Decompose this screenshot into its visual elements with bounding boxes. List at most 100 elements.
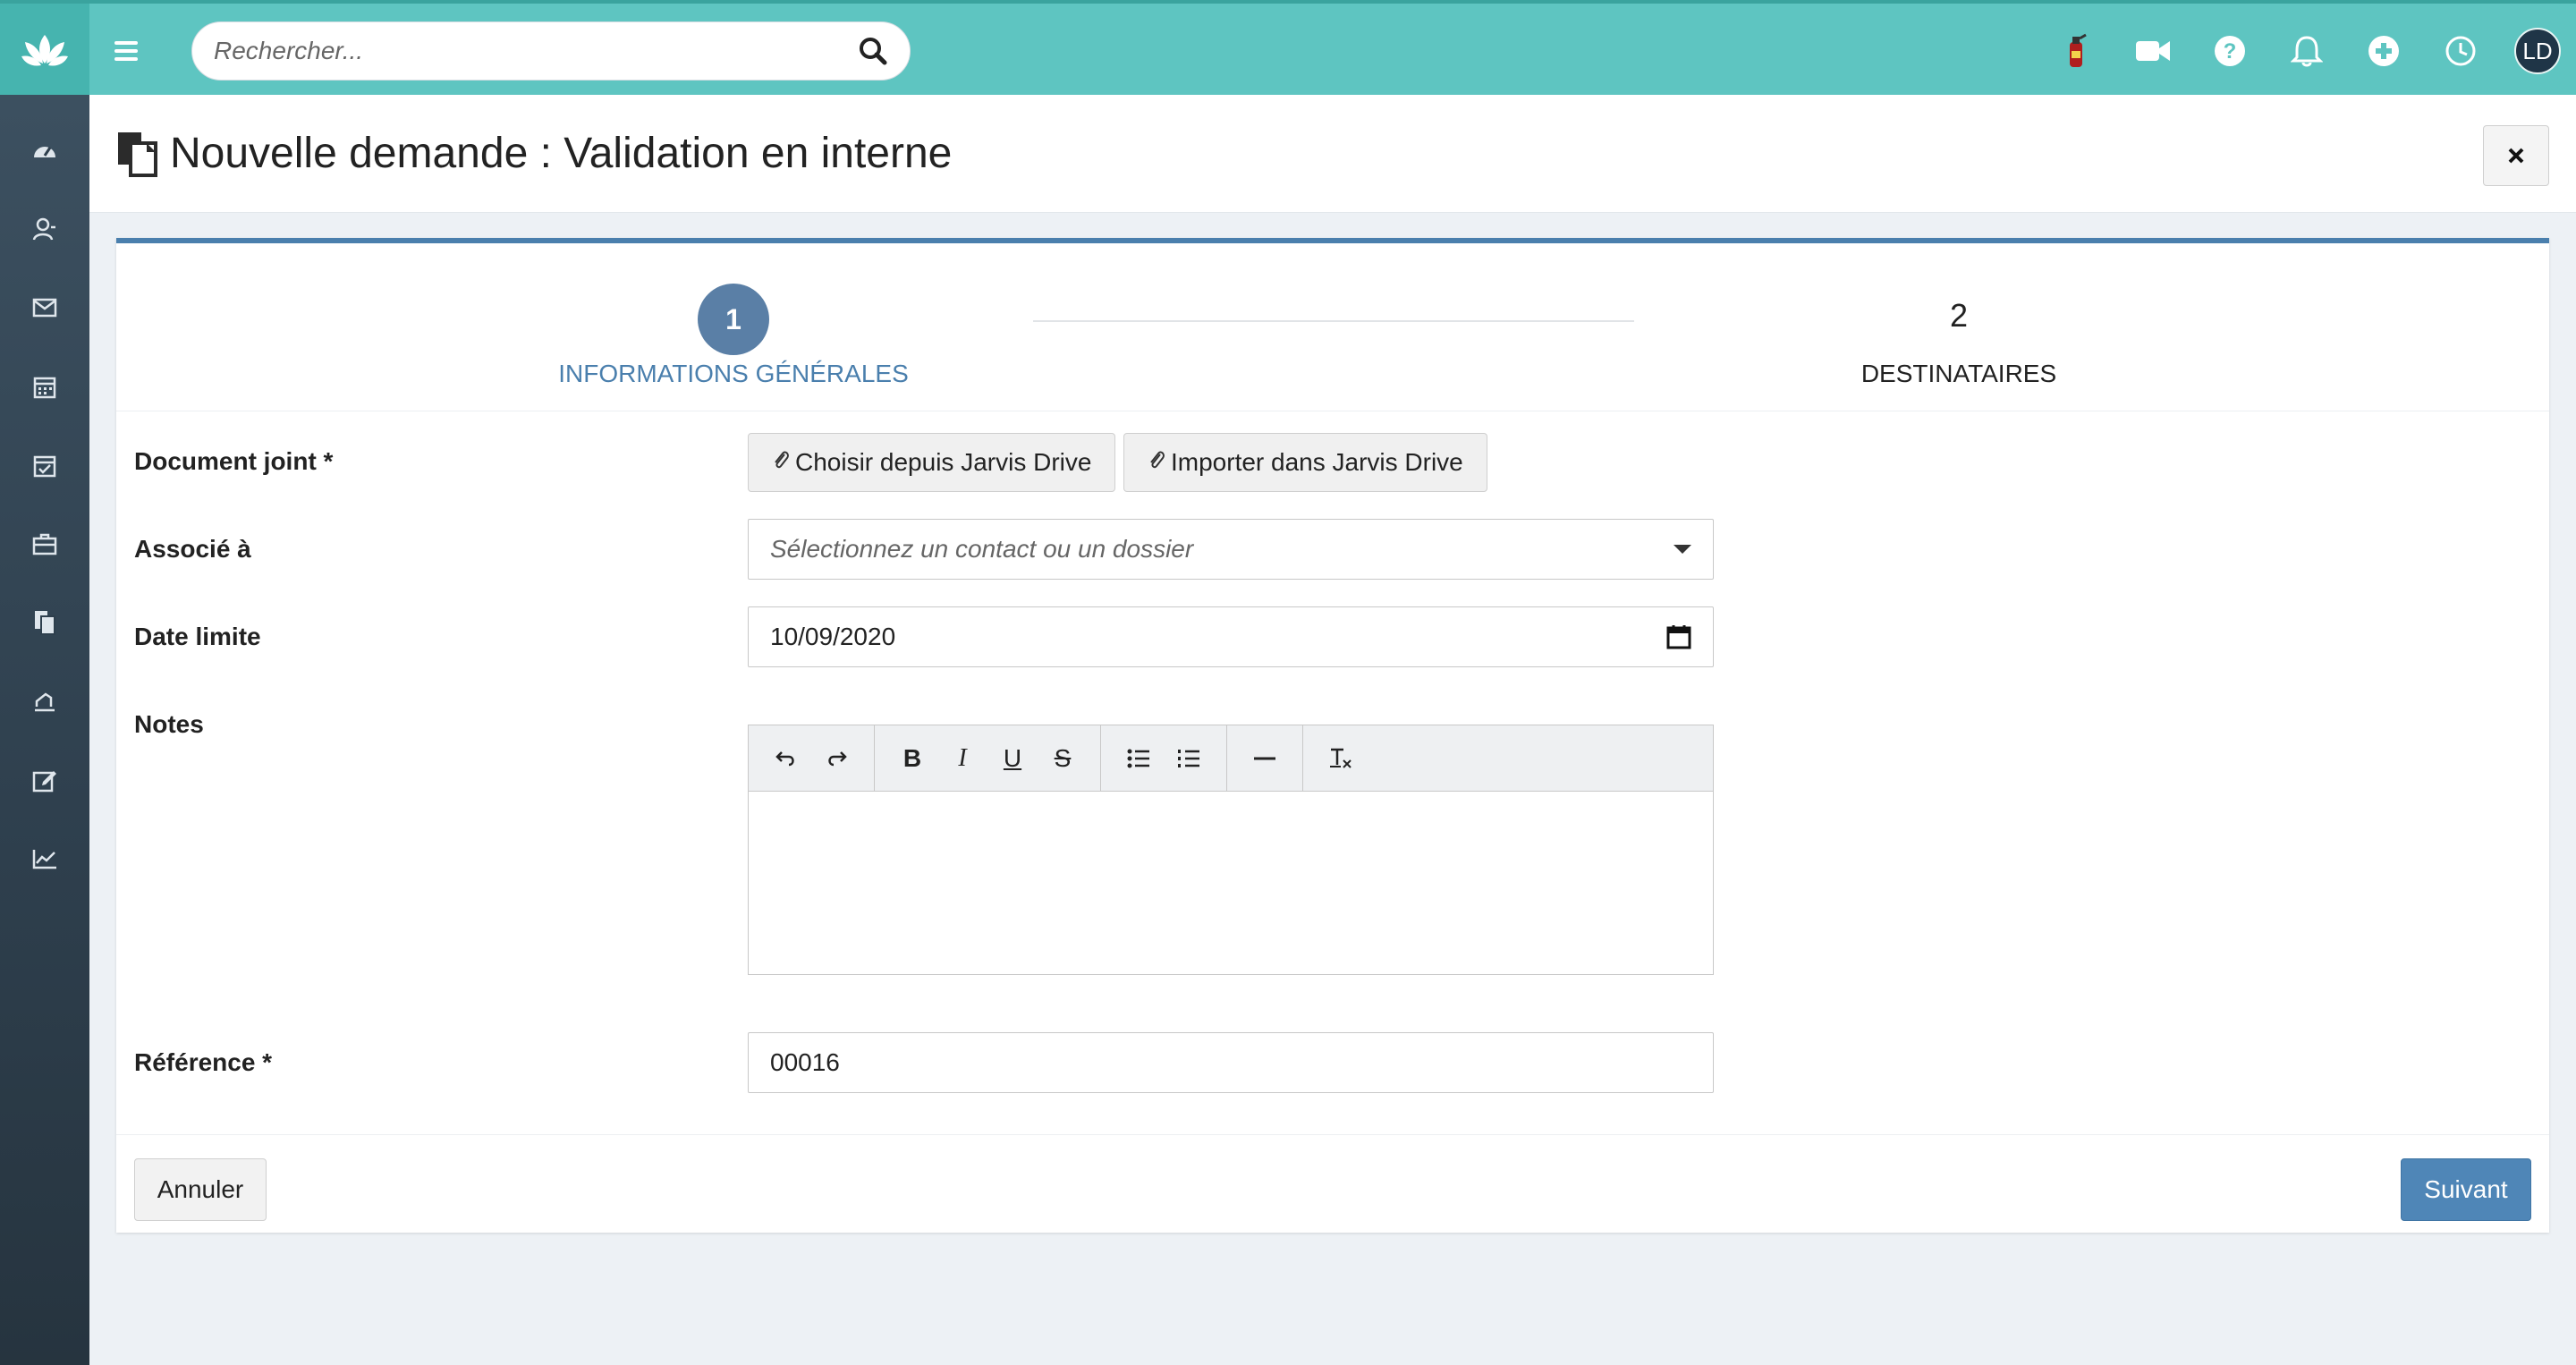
tasks-icon	[33, 455, 56, 478]
add-button[interactable]	[2345, 4, 2422, 98]
numbered-list-icon	[1178, 749, 1199, 767]
reference-value: 00016	[770, 1048, 840, 1076]
chevron-down-icon	[1674, 545, 1691, 554]
step-1-label[interactable]: INFORMATIONS GÉNÉRALES	[546, 360, 921, 388]
lotus-logo-icon	[21, 35, 68, 66]
strikethrough-button[interactable]: S	[1038, 736, 1088, 781]
bullet-list-icon	[1127, 749, 1149, 767]
reference-input[interactable]: 00016	[748, 1032, 1714, 1093]
associated-label: Associé à	[134, 535, 251, 563]
fire-extinguisher-button[interactable]	[2038, 4, 2114, 98]
deadline-date-input[interactable]: 10/09/2020	[748, 606, 1714, 667]
sidebar-item-mail[interactable]	[0, 268, 89, 347]
undo-button[interactable]	[761, 736, 811, 781]
search-icon[interactable]	[858, 36, 888, 66]
search-bar	[191, 21, 911, 81]
step-2-label[interactable]: DESTINATAIRES	[1816, 360, 2102, 388]
step-2-indicator[interactable]: 2	[1905, 297, 2012, 335]
horizontal-rule-icon	[1254, 757, 1275, 759]
form-panel: 1 INFORMATIONS GÉNÉRALES 2 DESTINATAIRES…	[116, 238, 2549, 1233]
calendar-picker-icon[interactable]	[1666, 624, 1691, 649]
help-button[interactable]: ?	[2191, 4, 2268, 98]
sidebar-item-documents[interactable]	[0, 583, 89, 662]
underline-button[interactable]: U	[987, 736, 1038, 781]
step-connector	[1033, 320, 1634, 322]
paperclip-icon	[772, 448, 790, 478]
video-call-button[interactable]	[2114, 4, 2191, 98]
sidebar-item-statistics[interactable]	[0, 819, 89, 898]
notifications-button[interactable]	[2268, 4, 2345, 98]
clear-formatting-button[interactable]	[1316, 736, 1366, 781]
bold-button[interactable]: B	[887, 736, 937, 781]
choose-from-drive-label: Choisir depuis Jarvis Drive	[795, 448, 1092, 476]
notes-label: Notes	[134, 710, 204, 738]
bell-icon	[2291, 36, 2323, 67]
italic-button[interactable]: I	[937, 736, 987, 781]
dashboard-icon	[34, 147, 55, 157]
associated-placeholder: Sélectionnez un contact ou un dossier	[770, 535, 1194, 563]
format-group: B I U S	[875, 725, 1101, 792]
choose-from-drive-button[interactable]: Choisir depuis Jarvis Drive	[748, 433, 1116, 492]
sidebar-item-signatures[interactable]	[0, 662, 89, 741]
top-bar: ? LD	[0, 0, 2576, 98]
list-group	[1101, 725, 1227, 792]
avatar: LD	[2514, 28, 2561, 74]
contacts-icon	[32, 217, 55, 241]
bullet-list-button[interactable]	[1114, 736, 1164, 781]
fire-extinguisher-icon	[2070, 33, 2087, 67]
sidebar-item-tasks[interactable]	[0, 426, 89, 504]
numbered-list-button[interactable]	[1164, 736, 1214, 781]
svg-text:?: ?	[2224, 39, 2237, 64]
signature-icon	[35, 692, 55, 712]
briefcase-icon	[32, 533, 57, 555]
wizard-steps: 1 INFORMATIONS GÉNÉRALES 2 DESTINATAIRES	[116, 243, 2549, 411]
next-button[interactable]: Suivant	[2401, 1158, 2531, 1221]
sidebar-item-edit[interactable]	[0, 741, 89, 819]
video-camera-icon	[2136, 41, 2170, 61]
menu-toggle-button[interactable]	[113, 38, 140, 64]
horizontal-rule-button[interactable]	[1240, 736, 1290, 781]
redo-icon	[828, 750, 847, 766]
editor-toolbar: B I U S	[749, 725, 1713, 792]
deadline-value: 10/09/2020	[770, 623, 896, 650]
undo-icon	[775, 750, 794, 766]
step-1-indicator[interactable]: 1	[698, 284, 769, 355]
form-footer: Annuler Suivant	[116, 1134, 2549, 1238]
help-icon: ?	[2215, 36, 2245, 66]
paperclip-icon	[1148, 448, 1165, 478]
import-to-drive-button[interactable]: Importer dans Jarvis Drive	[1123, 433, 1487, 492]
plus-circle-icon	[2368, 36, 2399, 66]
sidebar-item-contacts[interactable]	[0, 190, 89, 268]
notes-editor: B I U S	[748, 725, 1714, 975]
calendar-icon	[33, 377, 56, 399]
redo-button[interactable]	[811, 736, 861, 781]
mail-icon	[32, 298, 57, 318]
app-logo[interactable]	[0, 4, 89, 98]
reference-label: Référence *	[134, 1048, 273, 1076]
notes-textarea[interactable]	[749, 792, 1713, 974]
clear-group	[1303, 725, 1378, 792]
chart-icon	[32, 850, 56, 869]
close-icon	[2508, 148, 2524, 164]
import-to-drive-label: Importer dans Jarvis Drive	[1171, 448, 1463, 476]
sidebar-item-cases[interactable]	[0, 504, 89, 583]
edit-icon	[32, 771, 56, 793]
sidebar-item-calendar[interactable]	[0, 347, 89, 426]
history-group	[749, 725, 875, 792]
search-input[interactable]	[214, 37, 858, 65]
sidebar	[0, 95, 89, 1365]
cancel-button[interactable]: Annuler	[134, 1158, 267, 1221]
associated-select[interactable]: Sélectionnez un contact ou un dossier	[748, 519, 1714, 580]
clear-formatting-icon	[1330, 748, 1352, 768]
close-button[interactable]	[2483, 125, 2549, 186]
clock-icon	[2445, 36, 2476, 66]
user-menu-button[interactable]: LD	[2499, 4, 2576, 98]
documents-icon	[35, 611, 55, 635]
history-button[interactable]	[2422, 4, 2499, 98]
hamburger-line	[114, 41, 138, 45]
page-title: Nouvelle demande : Validation en interne	[170, 130, 953, 177]
insert-group	[1227, 725, 1303, 792]
document-label: Document joint *	[134, 447, 334, 475]
sidebar-item-dashboard[interactable]	[0, 111, 89, 190]
hamburger-line	[114, 49, 138, 53]
